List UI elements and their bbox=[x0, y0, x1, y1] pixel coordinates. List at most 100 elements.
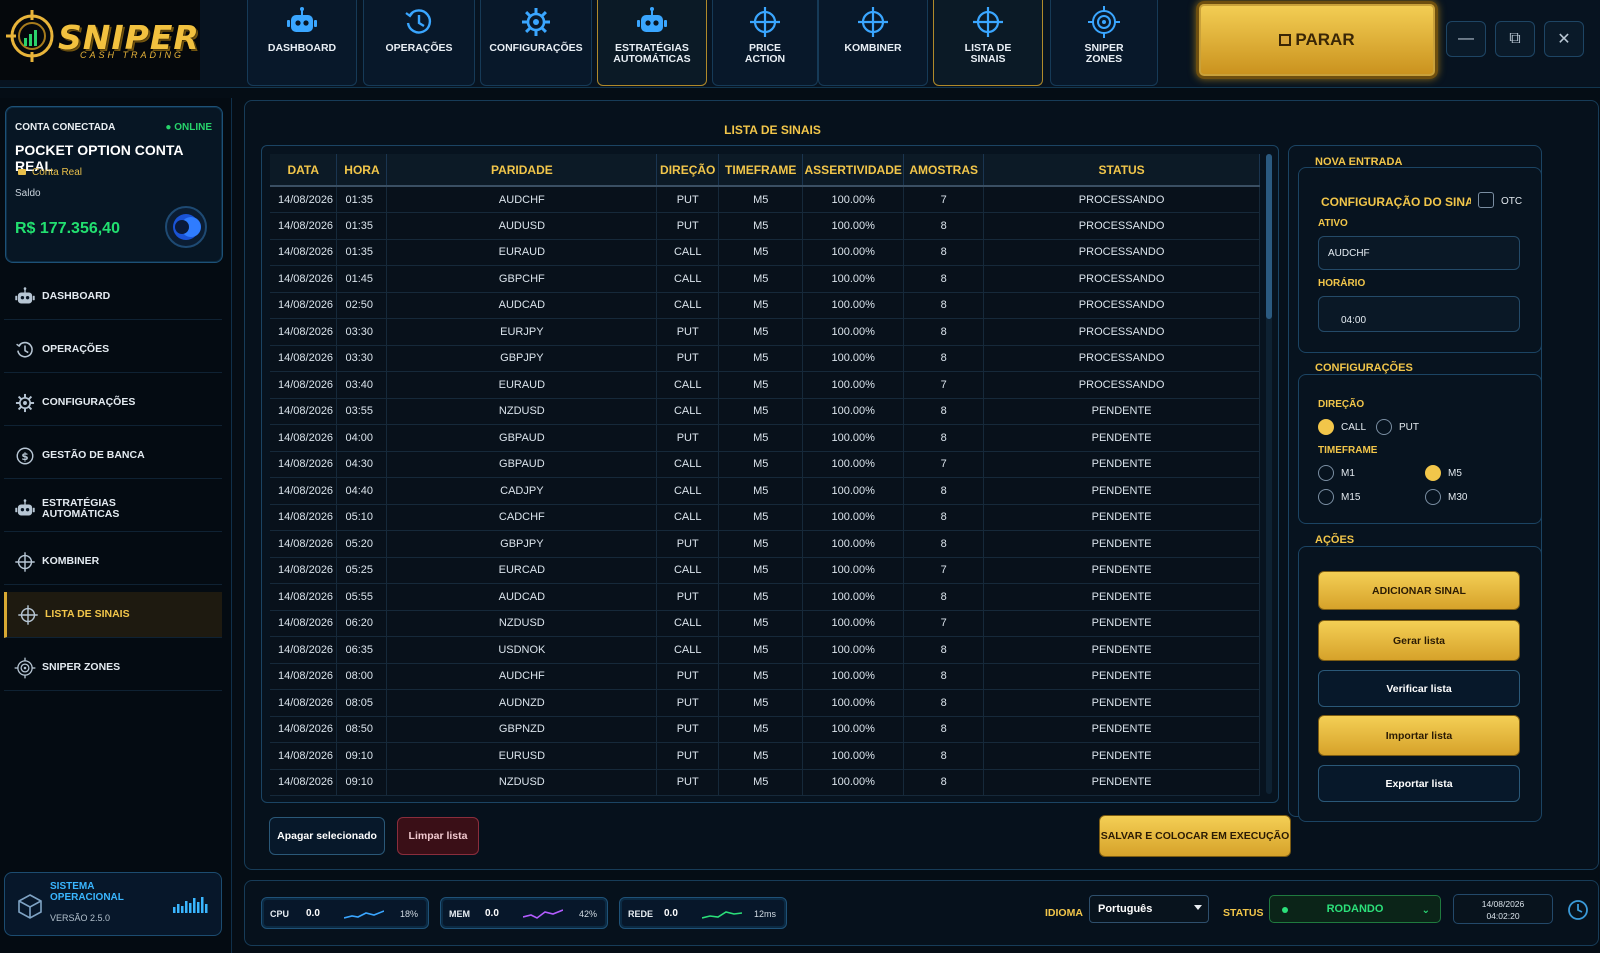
table-scrollbar-thumb[interactable] bbox=[1266, 154, 1272, 319]
language-select[interactable]: Português bbox=[1089, 895, 1209, 923]
add-signal-button[interactable]: ADICIONAR SINAL bbox=[1318, 571, 1520, 610]
time-input[interactable]: 04:00 bbox=[1318, 296, 1520, 332]
timeframe-radio-m30[interactable]: M30 bbox=[1425, 489, 1467, 505]
table-row[interactable]: 14/08/2026 06:35 USDNOK CALL M5 100.00% 8 PENDE… bbox=[270, 636, 1260, 664]
nav-price-action[interactable]: PRICE ACTION bbox=[712, 0, 818, 86]
export-list-button[interactable]: Exportar lista bbox=[1318, 765, 1520, 802]
table-cell: M5 bbox=[718, 716, 804, 743]
minimize-button[interactable]: — bbox=[1446, 21, 1486, 57]
table-row[interactable]: 14/08/2026 08:05 AUDNZD PUT M5 100.00% 8 PENDEN… bbox=[270, 689, 1260, 717]
asset-label: ATIVO bbox=[1318, 218, 1348, 229]
verify-list-button[interactable]: Verificar lista bbox=[1318, 670, 1520, 707]
table-row[interactable]: 14/08/2026 05:55 AUDCAD PUT M5 100.00% 8 PENDEN… bbox=[270, 583, 1260, 611]
direction-radio-call[interactable]: CALL bbox=[1318, 419, 1366, 435]
table-cell: EURAUD bbox=[386, 239, 658, 266]
balance-label: Saldo bbox=[15, 188, 41, 199]
table-cell: PENDENTE bbox=[983, 477, 1260, 505]
import-list-button[interactable]: Importar lista bbox=[1318, 715, 1520, 756]
nav-configuracoes[interactable]: CONFIGURAÇÕES bbox=[480, 0, 592, 86]
table-cell: M5 bbox=[718, 292, 804, 319]
stop-button[interactable]: PARAR bbox=[1196, 1, 1438, 79]
table-cell: PENDENTE bbox=[983, 636, 1260, 664]
sidebar-item-operacoes[interactable]: OPERAÇÕES bbox=[4, 327, 222, 373]
table-row[interactable]: 14/08/2026 04:40 CADJPY CALL M5 100.00% 8 PENDE… bbox=[270, 477, 1260, 505]
table-row[interactable]: 14/08/2026 06:20 NZDUSD CALL M5 100.00% 7 PENDE… bbox=[270, 610, 1260, 637]
radio-circle bbox=[1318, 465, 1334, 481]
table-cell: 100.00% bbox=[802, 716, 905, 743]
table-cell: 100.00% bbox=[802, 583, 905, 611]
nav-estrategias-automaticas[interactable]: ESTRATÉGIAS AUTOMÁTICAS bbox=[597, 0, 707, 86]
table-row[interactable]: 14/08/2026 03:55 NZDUSD CALL M5 100.00% 8 PENDE… bbox=[270, 398, 1260, 425]
column-header[interactable]: ASSERTIVIDADE bbox=[802, 154, 905, 187]
sidebar-item-lista-de-sinais[interactable]: LISTA DE SINAIS bbox=[4, 592, 222, 638]
table-row[interactable]: 14/08/2026 01:35 EURAUD CALL M5 100.00% 8 PROCE… bbox=[270, 239, 1260, 266]
sidebar-item-dashboard[interactable]: DASHBOARD bbox=[4, 274, 222, 320]
column-header[interactable]: HORA bbox=[336, 154, 388, 187]
table-cell: M5 bbox=[718, 769, 804, 796]
column-header[interactable]: DIREÇÃO bbox=[656, 154, 720, 187]
timeframe-radio-m5[interactable]: M5 bbox=[1425, 465, 1462, 481]
wallet-icon bbox=[18, 169, 26, 175]
sidebar-item-gestao-de-banca[interactable]: $ GESTÃO DE BANCA bbox=[4, 433, 222, 479]
save-and-run-button[interactable]: SALVAR E COLOCAR EM EXECUÇÃO bbox=[1099, 815, 1291, 857]
table-row[interactable]: 14/08/2026 08:50 GBPNZD PUT M5 100.00% 8 PENDEN… bbox=[270, 716, 1260, 743]
column-header[interactable]: DATA bbox=[270, 154, 338, 187]
table-row[interactable]: 14/08/2026 05:20 GBPJPY PUT M5 100.00% 8 PENDEN… bbox=[270, 530, 1260, 558]
column-header[interactable]: STATUS bbox=[983, 154, 1260, 187]
nav-dashboard[interactable]: DASHBOARD bbox=[247, 0, 357, 86]
sparkline-icon bbox=[702, 911, 742, 919]
table-row[interactable]: 14/08/2026 05:25 EURCAD CALL M5 100.00% 7 PENDE… bbox=[270, 557, 1260, 584]
table-row[interactable]: 14/08/2026 05:10 CADCHF CALL M5 100.00% 8 PENDE… bbox=[270, 504, 1260, 531]
clock-icon[interactable] bbox=[1567, 899, 1589, 921]
table-row[interactable]: 14/08/2026 09:10 EURUSD PUT M5 100.00% 8 PENDEN… bbox=[270, 742, 1260, 770]
table-row[interactable]: 14/08/2026 03:30 EURJPY PUT M5 100.00% 8 PROCES… bbox=[270, 318, 1260, 346]
status-select[interactable]: RODANDO ⌄ bbox=[1269, 895, 1441, 923]
chevron-down-icon: ⌄ bbox=[1421, 905, 1430, 916]
otc-checkbox[interactable] bbox=[1478, 192, 1494, 208]
radio-label: M15 bbox=[1341, 491, 1361, 503]
column-header[interactable]: AMOSTRAS bbox=[903, 154, 985, 187]
radio-label: M30 bbox=[1448, 491, 1468, 503]
table-cell: 09:10 bbox=[336, 742, 388, 770]
nav-operacoes[interactable]: OPERAÇÕES bbox=[363, 0, 475, 86]
sidebar-item-sniper-zones[interactable]: SNIPER ZONES bbox=[4, 645, 222, 691]
table-row[interactable]: 14/08/2026 08:00 AUDCHF PUT M5 100.00% 8 PENDEN… bbox=[270, 663, 1260, 690]
table-cell: CALL bbox=[656, 239, 720, 266]
crosshair-logo-icon bbox=[6, 10, 54, 62]
sidebar-item-estrategias-automaticas[interactable]: ESTRATÉGIAS AUTOMÁTICAS bbox=[4, 486, 222, 532]
table-row[interactable]: 14/08/2026 02:50 AUDCAD CALL M5 100.00% 8 PROCE… bbox=[270, 292, 1260, 319]
table-cell: 14/08/2026 bbox=[270, 371, 338, 399]
generate-list-button[interactable]: Gerar lista bbox=[1318, 620, 1520, 661]
signals-panel: LISTA DE SINAIS DATA HORA PARIDADE DIREÇÃO T… bbox=[244, 100, 1599, 870]
crosshair-icon bbox=[971, 5, 1005, 39]
table-cell: GBPNZD bbox=[386, 716, 658, 743]
nav-sniper-zones[interactable]: SNIPER ZONES bbox=[1050, 0, 1158, 86]
nav-kombiner[interactable]: KOMBINER bbox=[818, 0, 928, 86]
timeframe-radio-m1[interactable]: M1 bbox=[1318, 465, 1355, 481]
clear-list-button[interactable]: Limpar lista bbox=[397, 817, 479, 855]
table-row[interactable]: 14/08/2026 01:45 GBPCHF CALL M5 100.00% 8 PROCE… bbox=[270, 265, 1260, 293]
table-row[interactable]: 14/08/2026 01:35 AUDCHF PUT M5 100.00% 7 PROCES… bbox=[270, 186, 1260, 213]
nav-lista-de-sinais[interactable]: LISTA DE SINAIS bbox=[933, 0, 1043, 86]
table-cell: 14/08/2026 bbox=[270, 583, 338, 611]
delete-selected-button[interactable]: Apagar selecionado bbox=[269, 817, 385, 855]
radio-label: M1 bbox=[1341, 467, 1355, 479]
direction-radio-put[interactable]: PUT bbox=[1376, 419, 1419, 435]
sidebar-item-configuracoes[interactable]: CONFIGURAÇÕES bbox=[4, 380, 222, 426]
table-row[interactable]: 14/08/2026 03:40 EURAUD CALL M5 100.00% 7 PROCE… bbox=[270, 371, 1260, 399]
table-row[interactable]: 14/08/2026 03:30 GBPJPY PUT M5 100.00% 8 PROCES… bbox=[270, 345, 1260, 372]
table-row[interactable]: 14/08/2026 01:35 AUDUSD PUT M5 100.00% 8 PROCES… bbox=[270, 212, 1260, 240]
table-cell: 100.00% bbox=[802, 186, 905, 213]
column-header[interactable]: TIMEFRAME bbox=[718, 154, 804, 187]
timeframe-radio-m15[interactable]: M15 bbox=[1318, 489, 1360, 505]
table-row[interactable]: 14/08/2026 04:30 GBPAUD CALL M5 100.00% 7 PENDE… bbox=[270, 451, 1260, 478]
asset-input[interactable]: AUDCHF bbox=[1318, 236, 1520, 270]
close-button[interactable]: ✕ bbox=[1544, 21, 1584, 57]
restore-button[interactable]: ⧉ bbox=[1495, 21, 1535, 57]
table-row[interactable]: 14/08/2026 04:00 GBPAUD PUT M5 100.00% 8 PENDEN… bbox=[270, 424, 1260, 452]
table-cell: CALL bbox=[656, 265, 720, 293]
sidebar-item-kombiner[interactable]: KOMBINER bbox=[4, 539, 222, 585]
table-row[interactable]: 14/08/2026 09:10 NZDUSD PUT M5 100.00% 8 PENDEN… bbox=[270, 769, 1260, 796]
table-cell: PUT bbox=[656, 318, 720, 346]
column-header[interactable]: PARIDADE bbox=[386, 154, 658, 187]
